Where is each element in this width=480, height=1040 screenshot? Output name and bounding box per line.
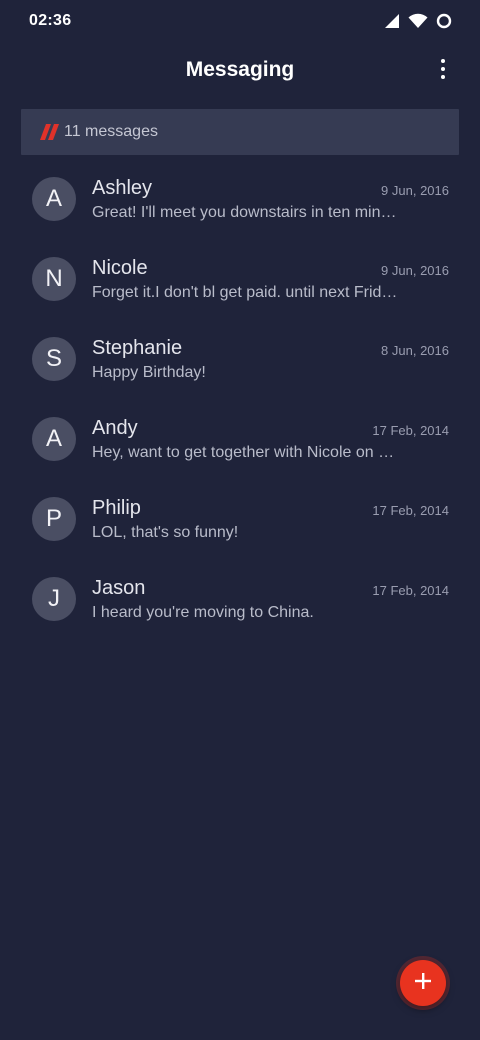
message-count-text: 11 messages xyxy=(64,123,158,140)
message-date: 17 Feb, 2014 xyxy=(372,423,449,438)
plus-icon xyxy=(413,971,433,996)
conversation-item[interactable]: P Philip 17 Feb, 2014 LOL, that's so fun… xyxy=(0,479,480,559)
message-preview: I heard you're moving to China. xyxy=(92,604,314,621)
message-preview: Forget it.I don't bl get paid. until nex… xyxy=(92,284,398,301)
battery-ring-icon xyxy=(436,13,452,29)
conversation-item[interactable]: J Jason 17 Feb, 2014 I heard you're movi… xyxy=(0,559,480,639)
message-preview: Happy Birthday! xyxy=(92,364,206,381)
contact-name: Jason xyxy=(92,577,146,599)
page-title: Messaging xyxy=(185,58,295,81)
conversation-item[interactable]: N Nicole 9 Jun, 2016 Forget it.I don't b… xyxy=(0,239,480,319)
contact-name: Philip xyxy=(92,497,141,519)
avatar: A xyxy=(32,177,76,221)
app-bar: Messaging xyxy=(0,48,480,94)
status-icons xyxy=(384,11,452,31)
new-message-button[interactable] xyxy=(400,960,446,1006)
avatar: P xyxy=(32,497,76,541)
more-options-button[interactable] xyxy=(428,56,458,86)
message-date: 17 Feb, 2014 xyxy=(372,583,449,598)
avatar: S xyxy=(32,337,76,381)
conversation-list: A Ashley 9 Jun, 2016 Great! I'll meet yo… xyxy=(0,159,480,639)
status-bar: 02:36 xyxy=(0,0,480,44)
cell-signal-icon xyxy=(384,13,400,29)
contact-name: Nicole xyxy=(92,257,148,279)
avatar: J xyxy=(32,577,76,621)
avatar: A xyxy=(32,417,76,461)
message-count-banner: 11 messages xyxy=(21,109,459,155)
message-preview: LOL, that's so funny! xyxy=(92,524,239,541)
contact-name: Stephanie xyxy=(92,337,183,359)
message-date: 9 Jun, 2016 xyxy=(381,263,449,278)
conversation-item[interactable]: A Andy 17 Feb, 2014 Hey, want to get tog… xyxy=(0,399,480,479)
more-vert-icon xyxy=(440,58,446,85)
contact-name: Andy xyxy=(92,417,138,439)
message-date: 8 Jun, 2016 xyxy=(381,343,449,358)
status-time: 02:36 xyxy=(29,12,72,29)
conversation-item[interactable]: A Ashley 9 Jun, 2016 Great! I'll meet yo… xyxy=(0,159,480,239)
message-date: 9 Jun, 2016 xyxy=(381,183,449,198)
message-preview: Hey, want to get together with Nicole on… xyxy=(92,444,402,461)
message-preview: Great! I'll meet you downstairs in ten m… xyxy=(92,204,397,221)
conversation-item[interactable]: S Stephanie 8 Jun, 2016 Happy Birthday! xyxy=(0,319,480,399)
red-slash-logo-icon xyxy=(40,123,60,146)
wifi-icon xyxy=(408,13,428,29)
avatar: N xyxy=(32,257,76,301)
message-date: 17 Feb, 2014 xyxy=(372,503,449,518)
contact-name: Ashley xyxy=(92,177,153,199)
